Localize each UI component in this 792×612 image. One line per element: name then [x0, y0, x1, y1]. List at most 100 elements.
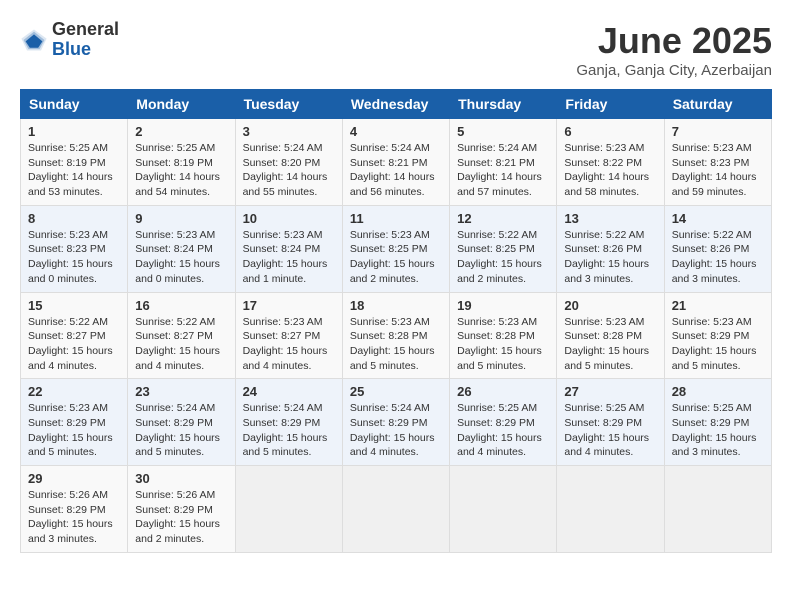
calendar-cell: 1 Sunrise: 5:25 AMSunset: 8:19 PMDayligh…: [21, 119, 128, 206]
title-block: June 2025 Ganja, Ganja City, Azerbaijan: [576, 20, 772, 79]
logo-text: General Blue: [52, 20, 119, 60]
calendar-cell: 29 Sunrise: 5:26 AMSunset: 8:29 PMDaylig…: [21, 466, 128, 553]
day-info: Sunrise: 5:22 AMSunset: 8:26 PMDaylight:…: [672, 229, 757, 285]
calendar-cell: 23 Sunrise: 5:24 AMSunset: 8:29 PMDaylig…: [128, 379, 235, 466]
day-info: Sunrise: 5:22 AMSunset: 8:26 PMDaylight:…: [564, 229, 649, 285]
day-number: 20: [564, 298, 656, 313]
calendar-cell: 30 Sunrise: 5:26 AMSunset: 8:29 PMDaylig…: [128, 466, 235, 553]
day-info: Sunrise: 5:24 AMSunset: 8:20 PMDaylight:…: [243, 142, 328, 198]
calendar-cell: 2 Sunrise: 5:25 AMSunset: 8:19 PMDayligh…: [128, 119, 235, 206]
calendar-cell: [450, 466, 557, 553]
header-wednesday: Wednesday: [342, 90, 449, 119]
header-sunday: Sunday: [21, 90, 128, 119]
calendar-cell: 13 Sunrise: 5:22 AMSunset: 8:26 PMDaylig…: [557, 205, 664, 292]
day-info: Sunrise: 5:22 AMSunset: 8:25 PMDaylight:…: [457, 229, 542, 285]
calendar-cell: 24 Sunrise: 5:24 AMSunset: 8:29 PMDaylig…: [235, 379, 342, 466]
day-number: 15: [28, 298, 120, 313]
header-monday: Monday: [128, 90, 235, 119]
day-info: Sunrise: 5:23 AMSunset: 8:28 PMDaylight:…: [457, 316, 542, 372]
calendar-cell: 27 Sunrise: 5:25 AMSunset: 8:29 PMDaylig…: [557, 379, 664, 466]
header-saturday: Saturday: [664, 90, 771, 119]
day-number: 12: [457, 211, 549, 226]
calendar-cell: 15 Sunrise: 5:22 AMSunset: 8:27 PMDaylig…: [21, 292, 128, 379]
day-info: Sunrise: 5:25 AMSunset: 8:29 PMDaylight:…: [457, 402, 542, 458]
day-number: 27: [564, 384, 656, 399]
calendar-cell: 17 Sunrise: 5:23 AMSunset: 8:27 PMDaylig…: [235, 292, 342, 379]
calendar-week-2: 8 Sunrise: 5:23 AMSunset: 8:23 PMDayligh…: [21, 205, 772, 292]
calendar-cell: 25 Sunrise: 5:24 AMSunset: 8:29 PMDaylig…: [342, 379, 449, 466]
calendar-cell: 19 Sunrise: 5:23 AMSunset: 8:28 PMDaylig…: [450, 292, 557, 379]
day-info: Sunrise: 5:25 AMSunset: 8:29 PMDaylight:…: [672, 402, 757, 458]
day-info: Sunrise: 5:25 AMSunset: 8:29 PMDaylight:…: [564, 402, 649, 458]
day-info: Sunrise: 5:23 AMSunset: 8:23 PMDaylight:…: [672, 142, 757, 198]
header-tuesday: Tuesday: [235, 90, 342, 119]
day-info: Sunrise: 5:24 AMSunset: 8:21 PMDaylight:…: [457, 142, 542, 198]
day-number: 6: [564, 124, 656, 139]
day-number: 19: [457, 298, 549, 313]
day-number: 29: [28, 471, 120, 486]
day-number: 18: [350, 298, 442, 313]
calendar-week-1: 1 Sunrise: 5:25 AMSunset: 8:19 PMDayligh…: [21, 119, 772, 206]
day-number: 3: [243, 124, 335, 139]
day-info: Sunrise: 5:26 AMSunset: 8:29 PMDaylight:…: [28, 489, 113, 545]
calendar-cell: 16 Sunrise: 5:22 AMSunset: 8:27 PMDaylig…: [128, 292, 235, 379]
day-number: 21: [672, 298, 764, 313]
day-number: 11: [350, 211, 442, 226]
calendar-cell: [235, 466, 342, 553]
day-number: 14: [672, 211, 764, 226]
logo-general: General: [52, 20, 119, 40]
day-number: 22: [28, 384, 120, 399]
calendar-cell: 3 Sunrise: 5:24 AMSunset: 8:20 PMDayligh…: [235, 119, 342, 206]
logo-blue: Blue: [52, 40, 119, 60]
day-info: Sunrise: 5:23 AMSunset: 8:27 PMDaylight:…: [243, 316, 328, 372]
calendar-week-5: 29 Sunrise: 5:26 AMSunset: 8:29 PMDaylig…: [21, 466, 772, 553]
day-info: Sunrise: 5:24 AMSunset: 8:21 PMDaylight:…: [350, 142, 435, 198]
day-number: 5: [457, 124, 549, 139]
calendar-header-row: SundayMondayTuesdayWednesdayThursdayFrid…: [21, 90, 772, 119]
day-info: Sunrise: 5:24 AMSunset: 8:29 PMDaylight:…: [243, 402, 328, 458]
calendar-cell: 4 Sunrise: 5:24 AMSunset: 8:21 PMDayligh…: [342, 119, 449, 206]
day-number: 17: [243, 298, 335, 313]
day-number: 7: [672, 124, 764, 139]
day-info: Sunrise: 5:24 AMSunset: 8:29 PMDaylight:…: [350, 402, 435, 458]
day-info: Sunrise: 5:23 AMSunset: 8:28 PMDaylight:…: [350, 316, 435, 372]
day-number: 10: [243, 211, 335, 226]
calendar-cell: 7 Sunrise: 5:23 AMSunset: 8:23 PMDayligh…: [664, 119, 771, 206]
day-info: Sunrise: 5:23 AMSunset: 8:22 PMDaylight:…: [564, 142, 649, 198]
calendar-cell: 8 Sunrise: 5:23 AMSunset: 8:23 PMDayligh…: [21, 205, 128, 292]
calendar-cell: 6 Sunrise: 5:23 AMSunset: 8:22 PMDayligh…: [557, 119, 664, 206]
day-info: Sunrise: 5:22 AMSunset: 8:27 PMDaylight:…: [28, 316, 113, 372]
day-info: Sunrise: 5:23 AMSunset: 8:29 PMDaylight:…: [28, 402, 113, 458]
calendar-cell: [342, 466, 449, 553]
page-header: General Blue June 2025 Ganja, Ganja City…: [20, 20, 772, 79]
day-info: Sunrise: 5:25 AMSunset: 8:19 PMDaylight:…: [135, 142, 220, 198]
day-info: Sunrise: 5:23 AMSunset: 8:28 PMDaylight:…: [564, 316, 649, 372]
day-info: Sunrise: 5:26 AMSunset: 8:29 PMDaylight:…: [135, 489, 220, 545]
calendar-cell: 18 Sunrise: 5:23 AMSunset: 8:28 PMDaylig…: [342, 292, 449, 379]
logo: General Blue: [20, 20, 119, 60]
calendar-week-3: 15 Sunrise: 5:22 AMSunset: 8:27 PMDaylig…: [21, 292, 772, 379]
day-number: 8: [28, 211, 120, 226]
day-info: Sunrise: 5:22 AMSunset: 8:27 PMDaylight:…: [135, 316, 220, 372]
calendar-cell: [664, 466, 771, 553]
header-friday: Friday: [557, 90, 664, 119]
day-number: 23: [135, 384, 227, 399]
day-info: Sunrise: 5:23 AMSunset: 8:24 PMDaylight:…: [135, 229, 220, 285]
day-info: Sunrise: 5:23 AMSunset: 8:24 PMDaylight:…: [243, 229, 328, 285]
day-info: Sunrise: 5:23 AMSunset: 8:29 PMDaylight:…: [672, 316, 757, 372]
calendar-cell: 26 Sunrise: 5:25 AMSunset: 8:29 PMDaylig…: [450, 379, 557, 466]
day-info: Sunrise: 5:25 AMSunset: 8:19 PMDaylight:…: [28, 142, 113, 198]
day-number: 30: [135, 471, 227, 486]
logo-icon: [20, 26, 48, 54]
calendar-cell: 21 Sunrise: 5:23 AMSunset: 8:29 PMDaylig…: [664, 292, 771, 379]
calendar-cell: 10 Sunrise: 5:23 AMSunset: 8:24 PMDaylig…: [235, 205, 342, 292]
header-thursday: Thursday: [450, 90, 557, 119]
calendar-cell: 20 Sunrise: 5:23 AMSunset: 8:28 PMDaylig…: [557, 292, 664, 379]
day-info: Sunrise: 5:24 AMSunset: 8:29 PMDaylight:…: [135, 402, 220, 458]
day-info: Sunrise: 5:23 AMSunset: 8:25 PMDaylight:…: [350, 229, 435, 285]
calendar-cell: 12 Sunrise: 5:22 AMSunset: 8:25 PMDaylig…: [450, 205, 557, 292]
day-number: 25: [350, 384, 442, 399]
day-number: 4: [350, 124, 442, 139]
calendar-week-4: 22 Sunrise: 5:23 AMSunset: 8:29 PMDaylig…: [21, 379, 772, 466]
day-number: 16: [135, 298, 227, 313]
